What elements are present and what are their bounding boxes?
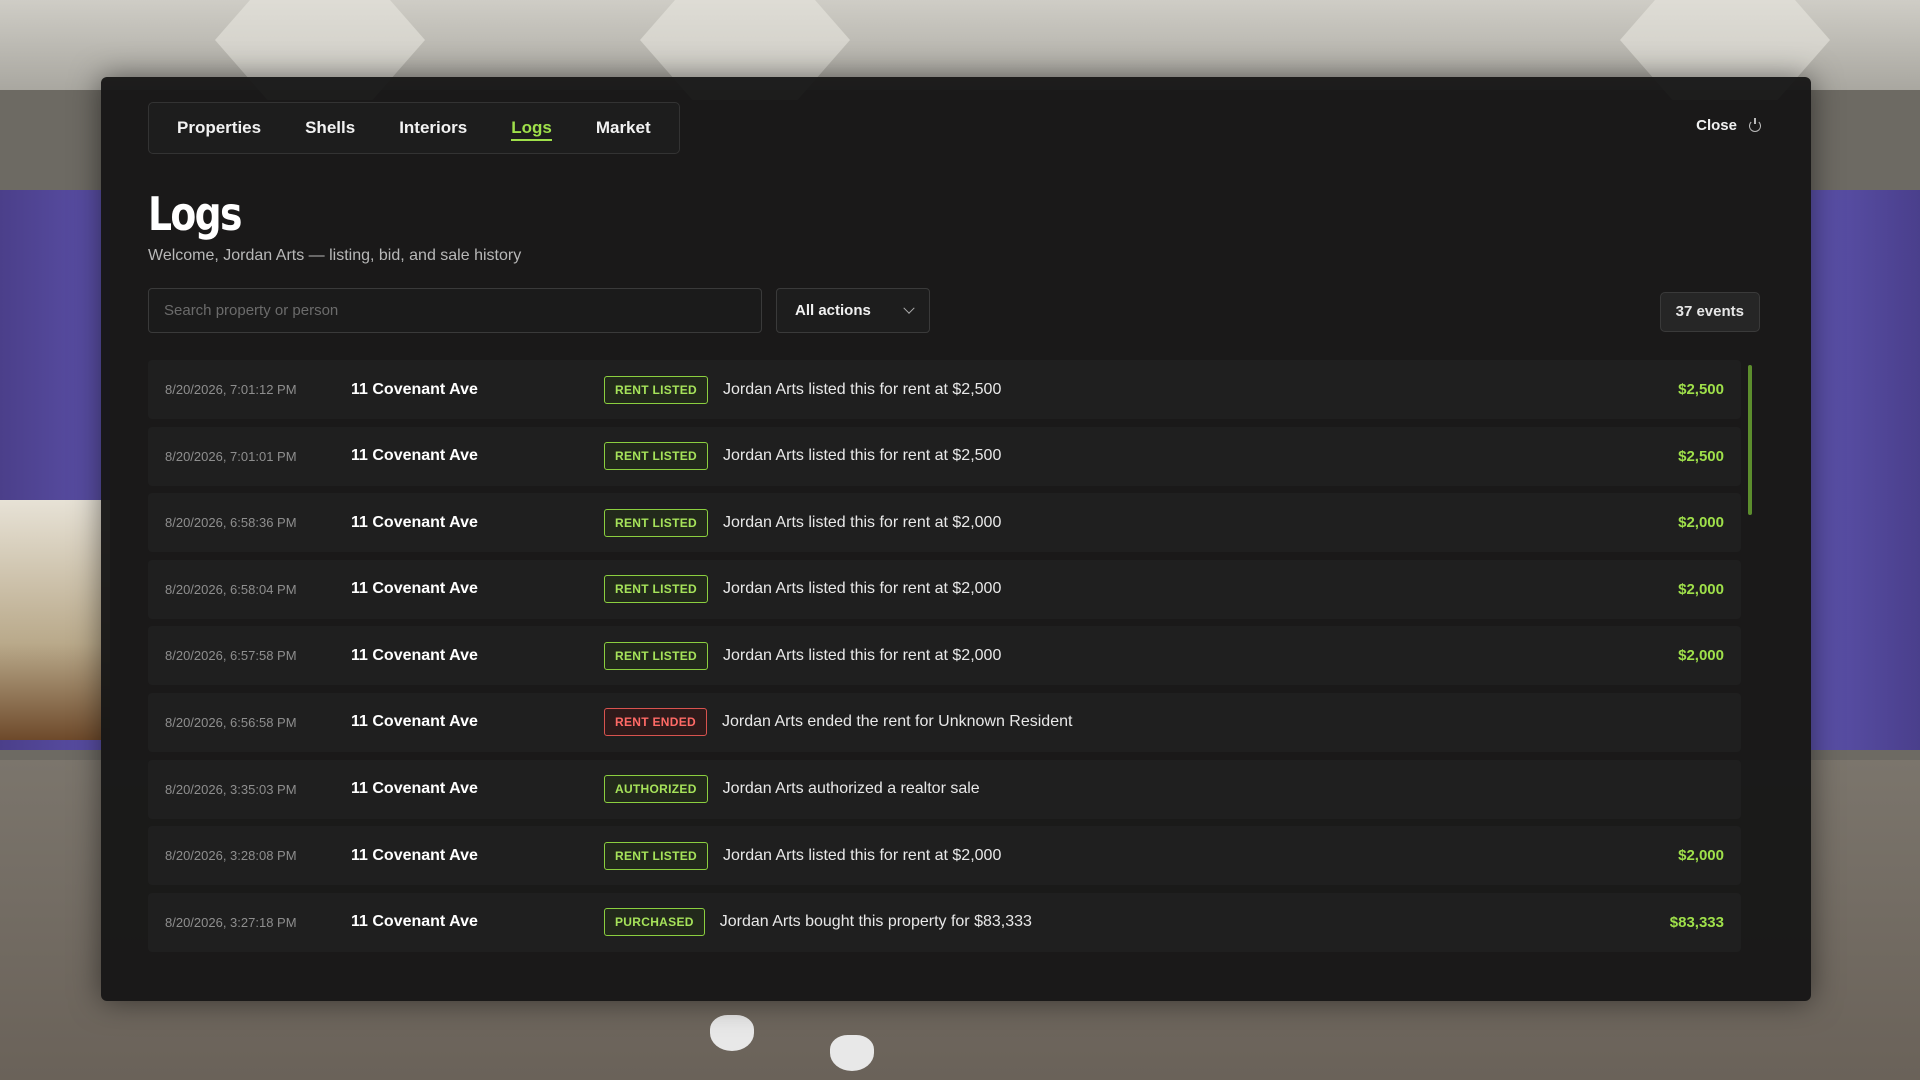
action-filter-value: All actions xyxy=(795,302,871,319)
log-amount: $2,000 xyxy=(1678,647,1724,665)
power-icon xyxy=(1749,117,1761,132)
close-label: Close xyxy=(1696,117,1737,134)
tab-interiors[interactable]: Interiors xyxy=(377,103,489,153)
log-row[interactable]: 8/20/2026, 7:01:12 PM 11 Covenant Ave RE… xyxy=(148,360,1741,419)
log-property: 11 Covenant Ave xyxy=(351,646,478,664)
log-row[interactable]: 8/20/2026, 6:58:04 PM 11 Covenant Ave RE… xyxy=(148,559,1741,619)
log-amount: $2,500 xyxy=(1678,447,1724,465)
log-time: 8/20/2026, 3:27:18 PM xyxy=(165,914,297,930)
tab-market[interactable]: Market xyxy=(574,103,673,153)
tab-shells[interactable]: Shells xyxy=(283,103,377,153)
logs-list: 8/20/2026, 7:01:12 PM 11 Covenant Ave RE… xyxy=(148,360,1741,959)
scrollbar-thumb[interactable] xyxy=(1748,365,1752,515)
log-description: Jordan Arts listed this for rent at $2,0… xyxy=(722,846,1002,864)
log-time: 8/20/2026, 3:35:03 PM xyxy=(165,781,297,797)
page-title: Logs xyxy=(148,187,242,241)
log-amount: $2,000 xyxy=(1678,580,1724,598)
log-action-badge: RENT LISTED xyxy=(604,641,708,670)
log-time: 8/20/2026, 6:58:36 PM xyxy=(165,515,297,531)
log-action-badge: RENT LISTED xyxy=(604,375,708,404)
log-description: Jordan Arts authorized a realtor sale xyxy=(722,780,980,798)
chevron-down-icon xyxy=(903,302,915,314)
log-amount: $83,333 xyxy=(1669,913,1724,931)
log-property: 11 Covenant Ave xyxy=(351,513,478,531)
log-time: 8/20/2026, 7:01:12 PM xyxy=(165,382,297,397)
log-property: 11 Covenant Ave xyxy=(351,913,478,931)
log-action-badge: PURCHASED xyxy=(604,908,705,937)
log-description: Jordan Arts bought this property for $83… xyxy=(719,913,1032,931)
log-time: 8/20/2026, 6:58:04 PM xyxy=(165,581,297,597)
log-action-badge: RENT LISTED xyxy=(604,841,708,870)
log-description: Jordan Arts listed this for rent at $2,5… xyxy=(722,447,1002,465)
log-action-badge: RENT LISTED xyxy=(604,442,708,471)
action-filter-select[interactable]: All actions xyxy=(776,288,930,333)
event-count-badge: 37 events xyxy=(1659,292,1760,332)
wall xyxy=(1810,190,1920,750)
log-time: 8/20/2026, 6:57:58 PM xyxy=(165,648,297,664)
log-property: 11 Covenant Ave xyxy=(351,380,478,398)
log-row[interactable]: 8/20/2026, 3:35:03 PM 11 Covenant Ave AU… xyxy=(148,759,1741,819)
log-action-badge: AUTHORIZED xyxy=(604,775,708,804)
log-time: 8/20/2026, 3:28:08 PM xyxy=(165,848,297,864)
log-row[interactable]: 8/20/2026, 6:56:58 PM 11 Covenant Ave RE… xyxy=(148,692,1741,752)
bed xyxy=(0,500,110,740)
log-amount: $2,000 xyxy=(1678,514,1724,532)
log-property: 11 Covenant Ave xyxy=(351,846,478,864)
log-amount: $2,000 xyxy=(1678,847,1724,865)
tab-bar: Properties Shells Interiors Logs Market xyxy=(148,102,680,154)
log-action-badge: RENT ENDED xyxy=(604,708,708,737)
log-description: Jordan Arts listed this for rent at $2,0… xyxy=(722,513,1002,531)
log-row[interactable]: 8/20/2026, 3:28:08 PM 11 Covenant Ave RE… xyxy=(148,826,1741,886)
log-amount: $2,500 xyxy=(1678,381,1724,398)
character-feet xyxy=(700,1000,900,1080)
tab-properties[interactable]: Properties xyxy=(155,103,283,153)
log-description: Jordan Arts listed this for rent at $2,0… xyxy=(722,580,1002,598)
log-row[interactable]: 8/20/2026, 6:57:58 PM 11 Covenant Ave RE… xyxy=(148,626,1741,686)
log-time: 8/20/2026, 6:56:58 PM xyxy=(165,714,297,730)
log-row[interactable]: 8/20/2026, 3:27:18 PM 11 Covenant Ave PU… xyxy=(148,892,1741,952)
tab-logs[interactable]: Logs xyxy=(489,103,574,153)
log-time: 8/20/2026, 7:01:01 PM xyxy=(165,448,297,464)
close-button[interactable]: Close xyxy=(1696,117,1761,134)
log-row[interactable]: 8/20/2026, 7:01:01 PM 11 Covenant Ave RE… xyxy=(148,426,1741,486)
log-property: 11 Covenant Ave xyxy=(351,580,478,598)
page-subtitle: Welcome, Jordan Arts — listing, bid, and… xyxy=(148,247,522,264)
log-action-badge: RENT LISTED xyxy=(604,508,708,537)
log-action-badge: RENT LISTED xyxy=(604,575,708,604)
properties-panel: Properties Shells Interiors Logs Market … xyxy=(101,77,1811,1001)
log-property: 11 Covenant Ave xyxy=(351,713,478,731)
log-property: 11 Covenant Ave xyxy=(351,780,478,798)
log-description: Jordan Arts ended the rent for Unknown R… xyxy=(722,713,1073,731)
log-property: 11 Covenant Ave xyxy=(351,447,478,465)
log-description: Jordan Arts listed this for rent at $2,5… xyxy=(722,380,1002,398)
log-row[interactable]: 8/20/2026, 6:58:36 PM 11 Covenant Ave RE… xyxy=(148,493,1741,553)
search-input[interactable] xyxy=(148,288,762,333)
log-description: Jordan Arts listed this for rent at $2,0… xyxy=(722,646,1002,664)
